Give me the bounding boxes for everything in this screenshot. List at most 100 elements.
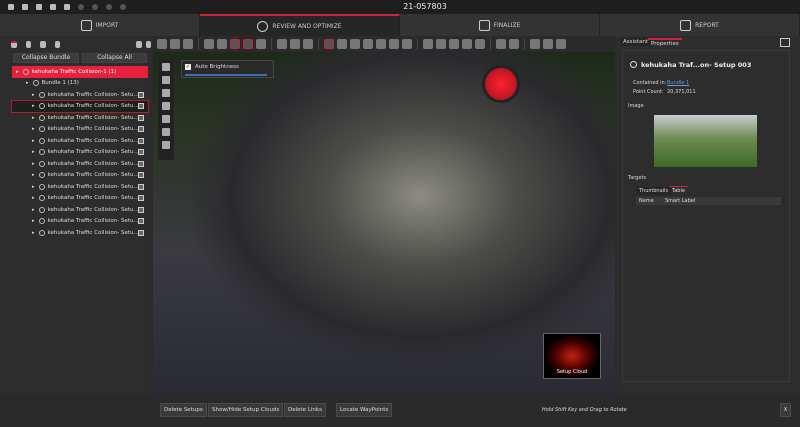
setup-cloud-thumbnail[interactable]: Setup Cloud [543, 333, 601, 379]
expand-arrow-icon[interactable]: ▸ [32, 92, 35, 98]
pin-icon[interactable] [389, 39, 399, 49]
expand-arrow-icon[interactable]: ▸ [32, 103, 35, 109]
tree-setup-item[interactable]: ▸ kehukaha Traffic Collision- Setu... [12, 204, 148, 216]
cloud-add-icon[interactable] [350, 39, 360, 49]
lock-icon[interactable] [543, 39, 553, 49]
tab-review-and-optimize[interactable]: REVIEW AND OPTIMIZE [200, 14, 400, 36]
image-icon[interactable] [256, 39, 266, 49]
globe-icon[interactable] [40, 40, 46, 48]
settings-icon[interactable] [50, 4, 56, 10]
open-icon[interactable] [8, 4, 14, 10]
camera-icon[interactable] [376, 39, 386, 49]
tree-setup-item[interactable]: ▸ kehukaha Traffic Collision- Setu... [12, 158, 148, 170]
tree-setup-item[interactable]: ▸ kehukaha Traffic Collision- Setu... [12, 147, 148, 159]
select-add-icon[interactable] [162, 76, 170, 84]
expand-arrow-icon[interactable]: ▸ [32, 149, 35, 155]
tab-properties[interactable]: Properties [648, 38, 682, 48]
tab-thumbnails[interactable]: Thumbnails [636, 187, 672, 195]
cloud-icon[interactable] [217, 39, 227, 49]
globe-icon[interactable] [423, 39, 433, 49]
dropdown-icon[interactable] [290, 39, 300, 49]
expand-arrow-icon[interactable]: ▸ [32, 126, 35, 132]
delete-links-button[interactable]: Delete Links [284, 403, 326, 417]
save-icon[interactable] [22, 4, 28, 10]
help-icon[interactable] [78, 4, 84, 10]
tree-setup-item[interactable]: ▸ kehukaha Traffic Collision- Setu... [11, 99, 149, 113]
image-icon[interactable] [138, 103, 144, 110]
section-icon[interactable] [243, 39, 253, 49]
image-icon[interactable] [138, 126, 144, 133]
image-icon[interactable] [138, 91, 144, 98]
tag-icon[interactable] [337, 39, 347, 49]
ruler-icon[interactable] [303, 39, 313, 49]
tree-root-project[interactable]: ▸ kehukaha Traffic Collision-1 (1) [12, 66, 148, 78]
image-icon[interactable] [138, 160, 144, 167]
expand-arrow-icon[interactable]: ▸ [32, 230, 35, 236]
locate-waypoints-button[interactable]: Locate WayPoints [336, 403, 393, 417]
expand-arrow-icon[interactable]: ▸ [32, 195, 35, 201]
info-icon[interactable] [92, 4, 98, 10]
expand-arrow-icon[interactable]: ▸ [32, 115, 35, 121]
image-icon[interactable] [138, 137, 144, 144]
expand-arrow-icon[interactable]: ▸ [32, 172, 35, 178]
image-icon[interactable] [138, 114, 144, 121]
unlink-icon[interactable] [170, 39, 180, 49]
image-icon[interactable] [138, 183, 144, 190]
tab-finalize[interactable]: FINALIZE [400, 14, 600, 36]
column-smart-label[interactable]: Smart Label [665, 197, 695, 205]
rotate-icon[interactable] [162, 115, 170, 123]
close-button[interactable]: X [780, 403, 791, 417]
image-icon[interactable] [138, 218, 144, 225]
tab-table[interactable]: Table [669, 186, 688, 195]
undock-icon[interactable] [780, 38, 790, 47]
expand-arrow-icon[interactable]: ▸ [32, 138, 35, 144]
column-name[interactable]: Name [639, 197, 654, 205]
document-icon[interactable] [64, 4, 70, 10]
crop-icon[interactable] [449, 39, 459, 49]
battery-icon[interactable] [556, 39, 566, 49]
tree-setup-item[interactable]: ▸ kehukaha Traffic Collision- Setu... [12, 227, 148, 239]
image-icon[interactable] [138, 206, 144, 213]
move-icon[interactable] [162, 89, 170, 97]
measure-icon[interactable] [162, 102, 170, 110]
expand-arrow-icon[interactable]: ▸ [32, 207, 35, 213]
image-icon[interactable] [138, 195, 144, 202]
brightness-slider[interactable] [185, 74, 267, 76]
objects-icon[interactable] [54, 40, 60, 48]
download-icon[interactable] [475, 39, 485, 49]
undo-icon[interactable] [106, 4, 112, 10]
tree-setup-item[interactable]: ▸ kehukaha Traffic Collision- Setu... [12, 181, 148, 193]
fly-icon[interactable] [162, 128, 170, 136]
target-icon[interactable] [324, 39, 334, 49]
layers-icon[interactable] [509, 39, 519, 49]
collapse-icon[interactable] [145, 40, 151, 48]
cube-icon[interactable] [530, 39, 540, 49]
pen-icon[interactable] [363, 39, 373, 49]
tree-setup-item[interactable]: ▸ kehukaha Traffic Collision- Setu... [12, 124, 148, 136]
chart-icon[interactable] [496, 39, 506, 49]
collapse-all-button[interactable]: Collapse All [82, 53, 147, 63]
expand-arrow-icon[interactable]: ▸ [26, 80, 29, 86]
image-icon[interactable] [138, 172, 144, 179]
expand-icon[interactable] [136, 40, 142, 48]
expand-arrow-icon[interactable]: ▸ [32, 161, 35, 167]
expand-arrow-icon[interactable]: ▸ [32, 184, 35, 190]
tree-bundle[interactable]: ▸ Bundle 1 (13) [12, 78, 148, 90]
tab-assistant[interactable]: Assistant [620, 38, 652, 46]
expand-arrow-icon[interactable]: ▸ [16, 69, 19, 75]
auto-brightness-checkbox[interactable]: ✓ [185, 64, 191, 70]
cloud-color-icon[interactable] [204, 39, 214, 49]
setup-image[interactable] [654, 115, 757, 167]
tree-setup-item[interactable]: ▸ kehukaha Traffic Collision- Setu... [12, 112, 148, 124]
export-icon[interactable] [36, 4, 42, 10]
image-icon[interactable] [138, 229, 144, 236]
contained-in-link[interactable]: Bundle 1 [667, 80, 689, 86]
tree-setup-item[interactable]: ▸ kehukaha Traffic Collision- Setu... [12, 170, 148, 182]
image-icon[interactable] [138, 149, 144, 156]
tab-import[interactable]: IMPORT [0, 14, 200, 36]
record-button[interactable] [482, 65, 520, 103]
marker-icon[interactable] [402, 39, 412, 49]
tree-setup-item[interactable]: ▸ kehukaha Traffic Collision- Setu... [12, 216, 148, 228]
show-hide-setup-clouds-button[interactable]: Show/Hide Setup Clouds [208, 403, 284, 417]
link-icon[interactable] [157, 39, 167, 49]
